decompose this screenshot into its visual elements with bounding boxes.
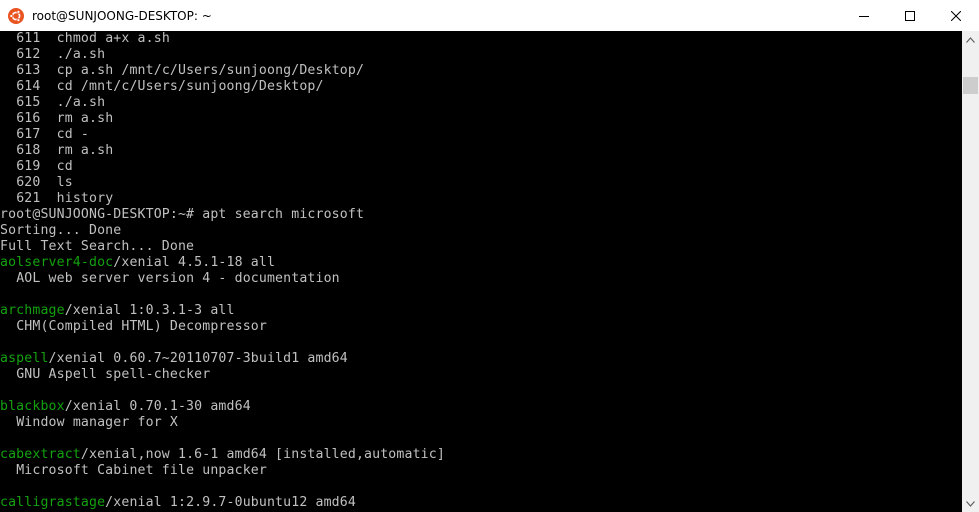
history-line: 621 history xyxy=(0,191,962,207)
package-name: cabextract xyxy=(0,447,81,462)
scroll-down-button[interactable] xyxy=(962,495,979,512)
history-line: 616 rm a.sh xyxy=(0,111,962,127)
package-name: blackbox xyxy=(0,399,65,414)
history-command: rm a.sh xyxy=(56,143,114,158)
maximize-icon xyxy=(905,10,915,21)
history-line: 613 cp a.sh /mnt/c/Users/sunjoong/Deskto… xyxy=(0,63,962,79)
history-number: 620 xyxy=(16,175,41,190)
minimize-button[interactable] xyxy=(841,0,887,31)
package-description: CHM(Compiled HTML) Decompressor xyxy=(16,319,267,334)
history-number: 619 xyxy=(16,159,41,174)
package-info: /xenial 1:0.3.1-3 all xyxy=(64,303,235,318)
history-line: 615 ./a.sh xyxy=(0,95,962,111)
package-line: blackbox/xenial 0.70.1-30 amd64 xyxy=(0,399,962,415)
package-info: /xenial 4.5.1-18 all xyxy=(113,255,276,270)
scroll-up-button[interactable] xyxy=(962,31,979,48)
close-icon xyxy=(951,10,961,21)
history-line: 620 ls xyxy=(0,175,962,191)
history-command: cd - xyxy=(56,127,90,142)
history-line: 618 rm a.sh xyxy=(0,143,962,159)
vertical-scrollbar[interactable] xyxy=(962,31,979,512)
package-description-line: CHM(Compiled HTML) Decompressor xyxy=(0,319,962,335)
package-info: /xenial 1:2.9.7-0ubuntu12 amd64 xyxy=(105,495,356,510)
package-description: GNU Aspell spell-checker xyxy=(16,367,211,382)
history-command: ./a.sh xyxy=(56,95,106,110)
history-line: 612 ./a.sh xyxy=(0,47,962,63)
history-command: cp a.sh /mnt/c/Users/sunjoong/Desktop/ xyxy=(56,63,365,78)
prompt-line: root@SUNJOONG-DESKTOP:~# apt search micr… xyxy=(0,207,365,222)
scrollbar-thumb[interactable] xyxy=(963,77,978,94)
terminal-window: root@SUNJOONG-DESKTOP: ~ 611 chmod a+x a… xyxy=(0,0,979,512)
close-button[interactable] xyxy=(933,0,979,31)
history-command: ls xyxy=(56,175,73,190)
history-number: 617 xyxy=(16,127,41,142)
minimize-icon xyxy=(859,15,869,17)
package-description: AOL web server version 4 - documentation xyxy=(16,271,340,286)
package-list: aolserver4-doc/xenial 4.5.1-18 all AOL w… xyxy=(0,255,962,511)
history-line: 619 cd xyxy=(0,159,962,175)
history-line: 617 cd - xyxy=(0,127,962,143)
package-line: calligrastage/xenial 1:2.9.7-0ubuntu12 a… xyxy=(0,495,962,511)
package-line: aspell/xenial 0.60.7~20110707-3build1 am… xyxy=(0,351,962,367)
history-line: 611 chmod a+x a.sh xyxy=(0,31,962,47)
ubuntu-icon[interactable] xyxy=(8,7,24,24)
history-command: cd /mnt/c/Users/sunjoong/Desktop/ xyxy=(56,79,324,94)
package-info: /xenial,now 1.6-1 amd64 [installed,autom… xyxy=(80,447,445,462)
window-title: root@SUNJOONG-DESKTOP: ~ xyxy=(32,8,212,23)
package-description-line: GNU Aspell spell-checker xyxy=(0,367,962,383)
history-number: 614 xyxy=(16,79,41,94)
package-line: aolserver4-doc/xenial 4.5.1-18 all xyxy=(0,255,962,271)
history-command: history xyxy=(56,191,114,206)
history-number: 621 xyxy=(16,191,41,206)
package-description-line: AOL web server version 4 - documentation xyxy=(0,271,962,287)
package-name: aspell xyxy=(0,351,49,366)
fulltext-line: Full Text Search... Done xyxy=(0,239,195,254)
history-number: 616 xyxy=(16,111,41,126)
history-number: 612 xyxy=(16,47,41,62)
package-name: archmage xyxy=(0,303,65,318)
history-number: 615 xyxy=(16,95,41,110)
history-number: 613 xyxy=(16,63,41,78)
package-name: aolserver4-doc xyxy=(0,255,114,270)
maximize-button[interactable] xyxy=(887,0,933,31)
history-command: chmod a+x a.sh xyxy=(56,31,170,46)
history-command: cd xyxy=(56,159,73,174)
history-line: 614 cd /mnt/c/Users/sunjoong/Desktop/ xyxy=(0,79,962,95)
package-line: cabextract/xenial,now 1.6-1 amd64 [insta… xyxy=(0,447,962,463)
history-number: 618 xyxy=(16,143,41,158)
terminal-output[interactable]: 611 chmod a+x a.sh 612 ./a.sh 613 cp a.s… xyxy=(0,31,962,512)
sorting-line: Sorting... Done xyxy=(0,223,122,238)
package-description-line: Window manager for X xyxy=(0,415,962,431)
title-bar[interactable]: root@SUNJOONG-DESKTOP: ~ xyxy=(0,0,979,31)
package-name: calligrastage xyxy=(0,495,106,510)
history-command: ./a.sh xyxy=(56,47,106,62)
package-info: /xenial 0.70.1-30 amd64 xyxy=(64,399,251,414)
history-command: rm a.sh xyxy=(56,111,114,126)
history-number: 611 xyxy=(16,31,41,46)
package-info: /xenial 0.60.7~20110707-3build1 amd64 xyxy=(48,351,348,366)
history-list: 611 chmod a+x a.sh 612 ./a.sh 613 cp a.s… xyxy=(0,31,962,207)
package-line: archmage/xenial 1:0.3.1-3 all xyxy=(0,303,962,319)
package-description: Microsoft Cabinet file unpacker xyxy=(16,463,267,478)
package-description: Window manager for X xyxy=(16,415,178,430)
chevron-up-icon xyxy=(966,36,975,43)
package-description-line: Microsoft Cabinet file unpacker xyxy=(0,463,962,479)
chevron-down-icon xyxy=(966,500,975,507)
